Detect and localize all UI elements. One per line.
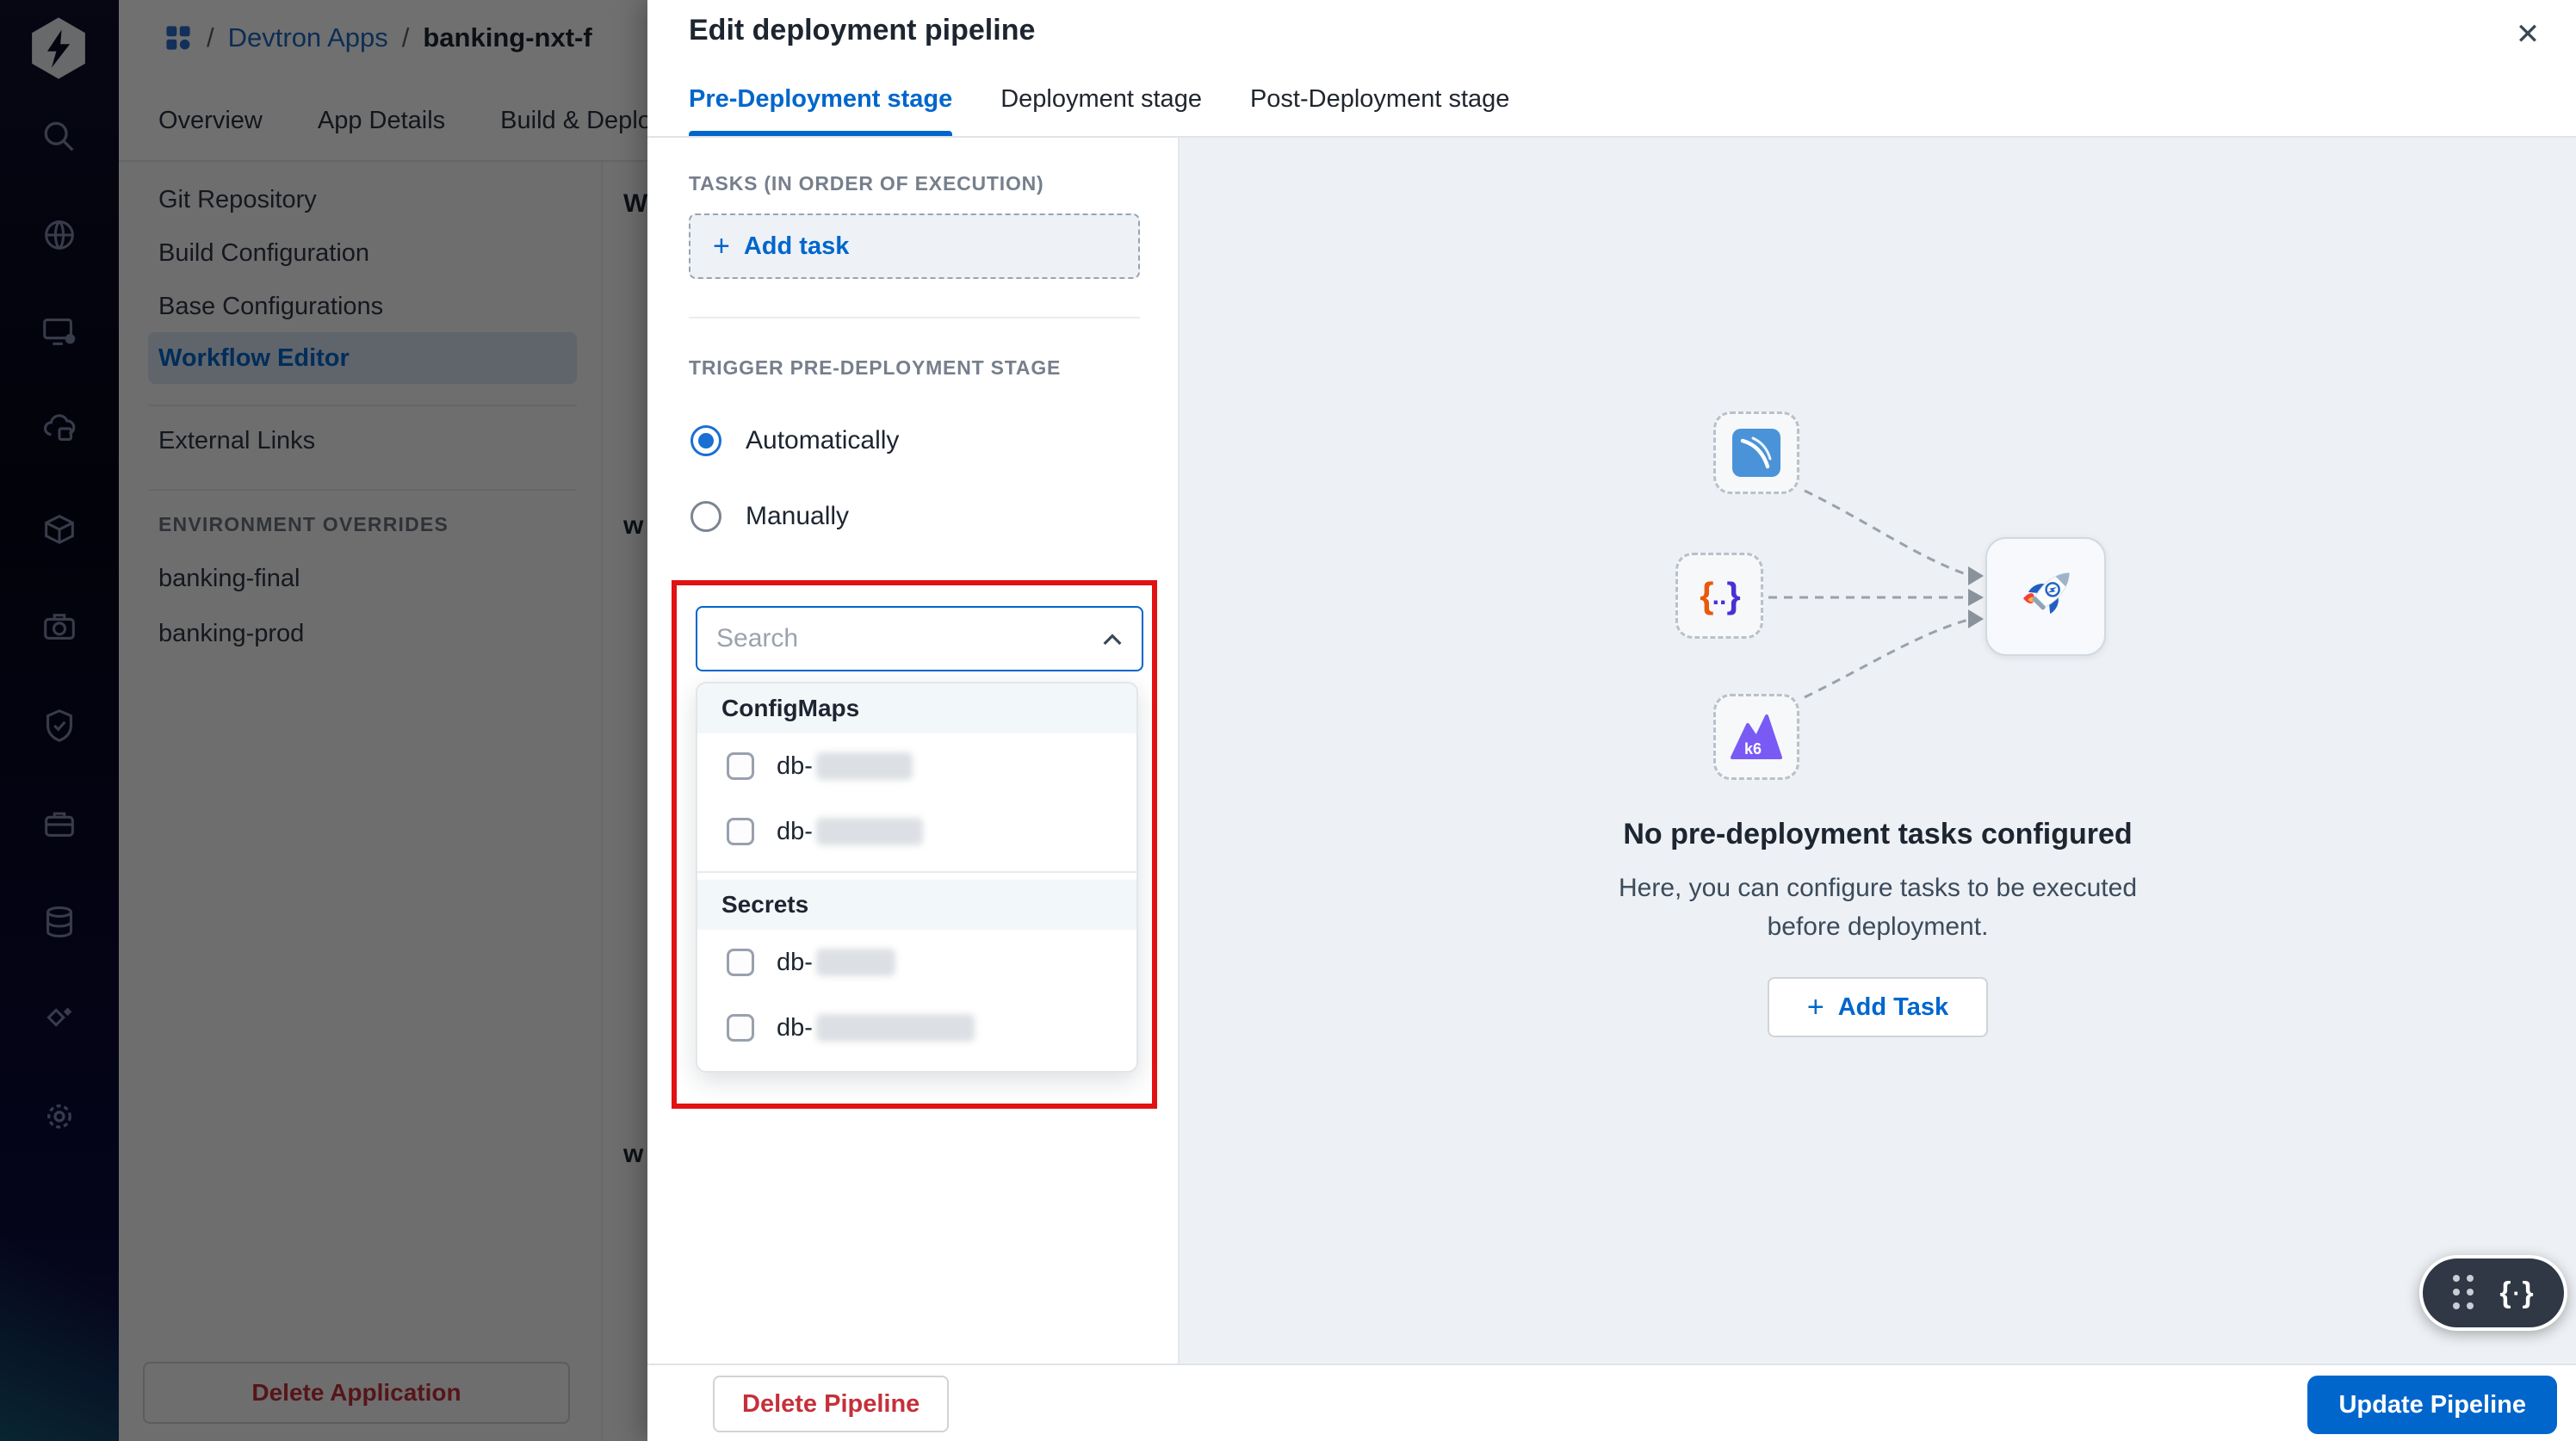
divider bbox=[697, 871, 1136, 873]
checkbox-icon[interactable] bbox=[727, 752, 754, 780]
radio-selected-icon[interactable] bbox=[690, 425, 721, 456]
pre-deployment-form-panel: TASKS (IN ORDER OF EXECUTION) + Add task… bbox=[647, 138, 1180, 1364]
option-prefix: db- bbox=[777, 817, 813, 845]
redacted-text bbox=[815, 818, 923, 845]
option-prefix: db- bbox=[777, 948, 813, 976]
add-task-button[interactable]: + Add task bbox=[689, 213, 1140, 279]
search-input[interactable] bbox=[697, 608, 1142, 670]
modal-body: TASKS (IN ORDER OF EXECUTION) + Add task… bbox=[647, 138, 2576, 1364]
close-icon[interactable]: ✕ bbox=[2509, 15, 2547, 53]
code-task-card: {..} bbox=[1675, 553, 1763, 639]
empty-state-title: No pre-deployment tasks configured bbox=[1623, 818, 2133, 850]
group-header-configmaps: ConfigMaps bbox=[697, 683, 1136, 733]
k6-task-card: k6 bbox=[1713, 694, 1799, 780]
option-prefix: db- bbox=[777, 751, 813, 780]
swoosh-icon bbox=[1732, 429, 1780, 477]
option-prefix: db- bbox=[777, 1013, 813, 1042]
code-view-icon[interactable]: {·} bbox=[2499, 1277, 2533, 1310]
redacted-text bbox=[815, 752, 913, 780]
checkbox-icon[interactable] bbox=[727, 1014, 754, 1042]
edit-pipeline-modal: Edit deployment pipeline Pre-Deployment … bbox=[647, 0, 2576, 1441]
radio-manually[interactable]: Manually bbox=[690, 501, 849, 532]
preview-panel: {..} k6 No pre-deployment tasks configur… bbox=[1180, 138, 2576, 1364]
list-item[interactable]: db- bbox=[697, 733, 1136, 799]
radio-manually-label: Manually bbox=[746, 502, 850, 530]
radio-automatically-label: Automatically bbox=[746, 426, 900, 455]
delete-pipeline-button[interactable]: Delete Pipeline bbox=[713, 1376, 950, 1432]
deploy-target-card bbox=[1985, 537, 2106, 656]
modal-header: Edit deployment pipeline Pre-Deployment … bbox=[647, 0, 2576, 138]
group-header-secrets: Secrets bbox=[697, 880, 1136, 930]
checkbox-icon[interactable] bbox=[727, 818, 754, 845]
redacted-text bbox=[815, 949, 895, 976]
empty-state: No pre-deployment tasks configured Here,… bbox=[1180, 818, 2576, 1037]
svg-text:k6: k6 bbox=[1744, 740, 1762, 758]
redacted-text bbox=[815, 1014, 975, 1042]
list-item[interactable]: db- bbox=[697, 995, 1136, 1061]
chevron-up-icon[interactable] bbox=[1099, 627, 1126, 654]
radio-unselected-icon[interactable] bbox=[690, 501, 721, 532]
swoosh-task-card bbox=[1713, 411, 1799, 494]
plus-icon: + bbox=[1806, 990, 1824, 1024]
list-item[interactable]: db- bbox=[697, 799, 1136, 864]
list-item[interactable]: db- bbox=[697, 930, 1136, 995]
divider bbox=[689, 317, 1140, 319]
trigger-section-label: TRIGGER PRE-DEPLOYMENT STAGE bbox=[689, 356, 1062, 379]
add-task-button-secondary[interactable]: + Add Task bbox=[1767, 977, 1989, 1037]
tab-pre-deployment-stage[interactable]: Pre-Deployment stage bbox=[689, 85, 953, 136]
rocket-icon bbox=[2023, 572, 2070, 614]
modal-title: Edit deployment pipeline bbox=[689, 14, 1036, 46]
empty-state-description: Here, you can configure tasks to be exec… bbox=[1618, 874, 2138, 941]
config-dropdown-list: ConfigMaps db- db- Secrets db- db- bbox=[696, 682, 1138, 1073]
plus-icon: + bbox=[713, 229, 730, 263]
k6-icon: k6 bbox=[1731, 714, 1782, 759]
modal-dim-overlay bbox=[0, 0, 647, 1441]
view-toggle-pill[interactable]: {·} bbox=[2419, 1255, 2567, 1331]
tasks-section-label: TASKS (IN ORDER OF EXECUTION) bbox=[689, 172, 1044, 195]
tab-deployment-stage[interactable]: Deployment stage bbox=[1000, 85, 1202, 136]
add-task-label: Add Task bbox=[1837, 993, 1949, 1021]
checkbox-icon[interactable] bbox=[727, 949, 754, 976]
stage-tabs: Pre-Deployment stage Deployment stage Po… bbox=[689, 85, 1509, 136]
screen: / Devtron Apps / banking-nxt-f Overview … bbox=[0, 0, 2576, 1441]
config-search-box bbox=[696, 606, 1143, 671]
radio-automatically[interactable]: Automatically bbox=[690, 425, 899, 456]
grid-handle-icon[interactable] bbox=[2453, 1275, 2475, 1311]
tab-post-deployment-stage[interactable]: Post-Deployment stage bbox=[1250, 85, 1509, 136]
code-braces-icon: {..} bbox=[1700, 575, 1740, 615]
update-pipeline-button[interactable]: Update Pipeline bbox=[2307, 1376, 2557, 1434]
add-task-label: Add task bbox=[743, 232, 850, 260]
modal-footer: Delete Pipeline Update Pipeline bbox=[647, 1364, 2576, 1441]
pipeline-illustration: {..} k6 bbox=[1653, 405, 2135, 809]
